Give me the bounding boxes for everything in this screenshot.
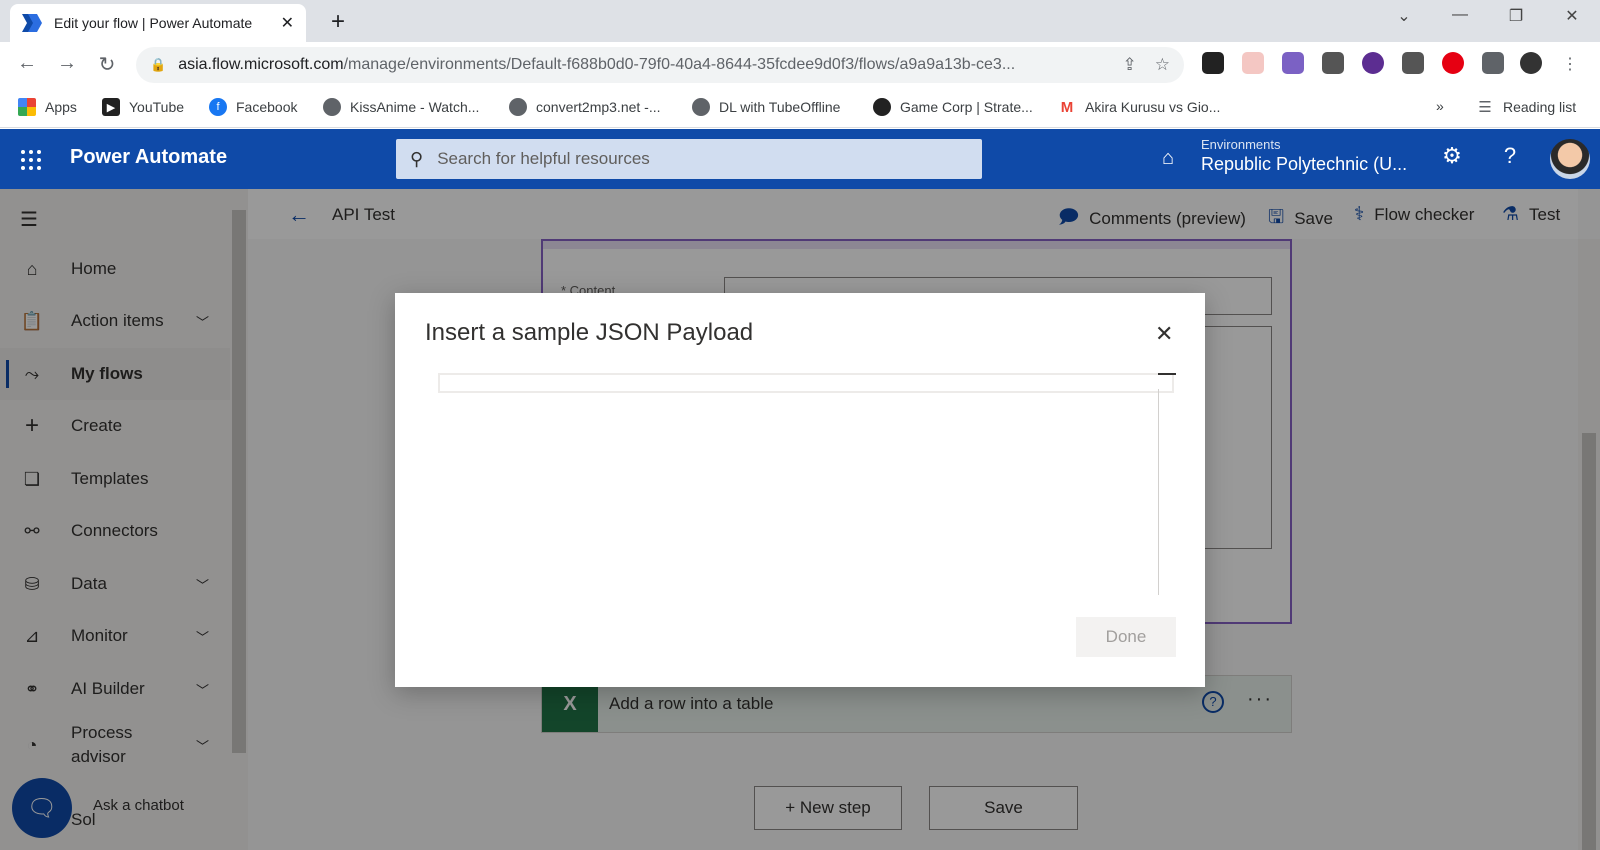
minimize-icon[interactable]: —	[1448, 6, 1472, 24]
extension-icon[interactable]	[1282, 52, 1304, 74]
extension-icon[interactable]	[1242, 52, 1264, 74]
help-icon[interactable]: ?	[1496, 143, 1524, 169]
bookmark-tubeoffline[interactable]: DL with TubeOffline	[692, 98, 840, 116]
menu-kebab-icon[interactable]: ⋮	[1562, 54, 1578, 73]
apps-grid-icon	[18, 98, 36, 116]
globe-icon	[509, 98, 527, 116]
bookmarks-bar: Apps ▶ YouTube f Facebook KissAnime - Watc…	[0, 88, 1600, 128]
lock-icon: 🔒	[150, 57, 167, 72]
extension-icon[interactable]	[1362, 52, 1384, 74]
back-icon[interactable]: ←	[14, 52, 40, 75]
overflow-label: »	[1436, 98, 1444, 114]
share-icon[interactable]: ⇪	[1123, 55, 1137, 75]
bookmark-label: Facebook	[236, 99, 298, 115]
bookmark-label: convert2mp3.net -...	[536, 99, 661, 115]
close-icon[interactable]: ✕	[1155, 321, 1173, 347]
browser-tab-strip: Edit your flow | Power Automate ✕ + ⌄ — …	[0, 0, 1600, 42]
address-bar-row: ← → ↻ 🔒 asia.flow.microsoft.com/manage/e…	[0, 42, 1600, 88]
tab-search-icon[interactable]: ⌄	[1392, 6, 1416, 26]
app-launcher-icon[interactable]	[20, 149, 42, 171]
close-window-icon[interactable]: ✕	[1560, 6, 1584, 26]
ublock-icon[interactable]	[1442, 52, 1464, 74]
bookmark-youtube[interactable]: ▶ YouTube	[102, 98, 184, 116]
tab-title: Edit your flow | Power Automate	[54, 15, 253, 31]
extension-icon[interactable]	[1402, 52, 1424, 74]
new-tab-button[interactable]: +	[326, 8, 350, 36]
bookmark-label: KissAnime - Watch...	[350, 99, 480, 115]
bookmark-convert2mp3[interactable]: convert2mp3.net -...	[509, 98, 661, 116]
power-automate-logo-icon	[22, 14, 42, 32]
environment-name: Republic Polytechnic (U...	[1201, 154, 1408, 174]
facebook-icon: f	[209, 98, 227, 116]
gmail-icon: M	[1060, 98, 1074, 116]
search-input[interactable]: ⚲ Search for helpful resources	[396, 139, 982, 179]
close-tab-icon[interactable]: ✕	[281, 13, 294, 33]
github-icon	[873, 98, 891, 116]
bookmark-label: YouTube	[129, 99, 185, 115]
extension-icon[interactable]	[1202, 52, 1224, 74]
textarea-scrollbar[interactable]	[1158, 389, 1159, 595]
reading-list-icon: ☰	[1478, 99, 1492, 116]
browser-tab[interactable]: Edit your flow | Power Automate ✕	[10, 4, 306, 42]
bookmark-apps[interactable]: Apps	[18, 98, 77, 116]
extension-icon[interactable]	[1322, 52, 1344, 74]
reading-list-button[interactable]: ☰ Reading list	[1476, 98, 1576, 116]
url-field[interactable]: 🔒 asia.flow.microsoft.com/manage/environ…	[136, 47, 1184, 83]
url-host: asia.flow.microsoft.com	[178, 56, 344, 73]
done-button[interactable]: Done	[1076, 617, 1176, 657]
json-payload-textarea[interactable]	[438, 373, 1174, 393]
search-icon: ⚲	[410, 148, 424, 169]
bookmark-star-icon[interactable]: ☆	[1155, 55, 1170, 75]
avatar[interactable]	[1550, 139, 1590, 179]
forward-icon[interactable]: →	[54, 52, 80, 75]
bookmark-gmail[interactable]: M Akira Kurusu vs Gio...	[1058, 98, 1221, 116]
json-payload-dialog: Insert a sample JSON Payload ✕ Done	[395, 293, 1205, 687]
settings-gear-icon[interactable]: ⚙	[1438, 143, 1466, 169]
app-header: Power Automate ⚲ Search for helpful reso…	[0, 129, 1600, 189]
globe-icon	[323, 98, 341, 116]
puzzle-icon[interactable]	[1482, 52, 1504, 74]
reading-list-label: Reading list	[1503, 99, 1577, 115]
environment-icon[interactable]: ⌂	[1162, 147, 1174, 170]
environment-label: Environments	[1201, 137, 1281, 152]
environment-picker[interactable]: Environments Republic Polytechnic (U...	[1201, 137, 1407, 175]
reload-icon[interactable]: ↻	[94, 52, 120, 77]
bookmark-label: Akira Kurusu vs Gio...	[1085, 99, 1221, 115]
app-title[interactable]: Power Automate	[70, 146, 227, 169]
profile-icon[interactable]	[1520, 52, 1542, 74]
youtube-icon: ▶	[102, 98, 120, 116]
url-path: /manage/environments/Default-f688b0d0-79…	[343, 56, 1016, 73]
dialog-title: Insert a sample JSON Payload	[425, 319, 754, 346]
restore-icon[interactable]: ❐	[1504, 6, 1528, 26]
bookmark-facebook[interactable]: f Facebook	[209, 98, 297, 116]
bookmark-label: DL with TubeOffline	[719, 99, 841, 115]
bookmark-gamecorp[interactable]: Game Corp | Strate...	[873, 98, 1033, 116]
bookmarks-overflow[interactable]: »	[1436, 98, 1444, 114]
bookmark-kissanime[interactable]: KissAnime - Watch...	[323, 98, 479, 116]
bookmark-label: Game Corp | Strate...	[900, 99, 1033, 115]
textarea-resize-bar	[1158, 373, 1176, 375]
bookmark-label: Apps	[45, 99, 77, 115]
search-placeholder: Search for helpful resources	[437, 149, 650, 168]
globe-icon	[692, 98, 710, 116]
